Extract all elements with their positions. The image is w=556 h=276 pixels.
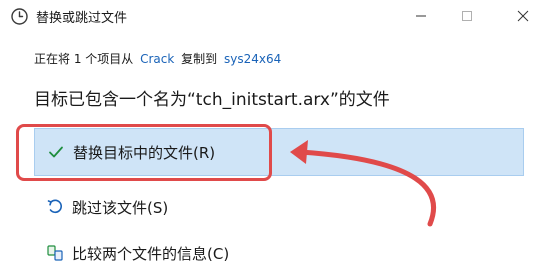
destination-folder-link[interactable]: sys24x64 [224, 52, 281, 66]
minimize-button[interactable] [398, 0, 444, 32]
maximize-button[interactable] [444, 0, 490, 32]
copy-status-line: 正在将 1 个项目从 Crack 复制到 sys24x64 [34, 50, 284, 67]
clock-icon [11, 8, 28, 25]
minimize-icon [416, 15, 426, 17]
replace-or-skip-dialog: 替换或跳过文件 正在将 1 个项目从 Crack 复制到 sys24x64 目标… [0, 0, 556, 276]
close-button[interactable] [500, 0, 546, 32]
skip-file-label: 跳过该文件(S) [72, 198, 169, 217]
compare-files-label: 比较两个文件的信息(C) [72, 244, 230, 263]
maximize-icon [462, 11, 472, 21]
title-bar: 替换或跳过文件 [0, 0, 556, 32]
close-icon [517, 10, 529, 22]
copy-middle: 复制到 [181, 52, 218, 66]
compare-icon [44, 242, 66, 264]
window-title: 替换或跳过文件 [36, 11, 128, 26]
annotation-highlight-box [16, 124, 272, 181]
conflict-heading: 目标已包含一个名为“tch_initstart.arx”的文件 [34, 90, 390, 110]
skip-file-option[interactable]: 跳过该文件(S) [34, 186, 524, 228]
copy-prefix: 正在将 1 个项目从 [34, 52, 134, 66]
source-folder-link[interactable]: Crack [140, 52, 174, 66]
skip-icon [44, 196, 66, 218]
compare-files-option[interactable]: 比较两个文件的信息(C) [34, 232, 524, 274]
